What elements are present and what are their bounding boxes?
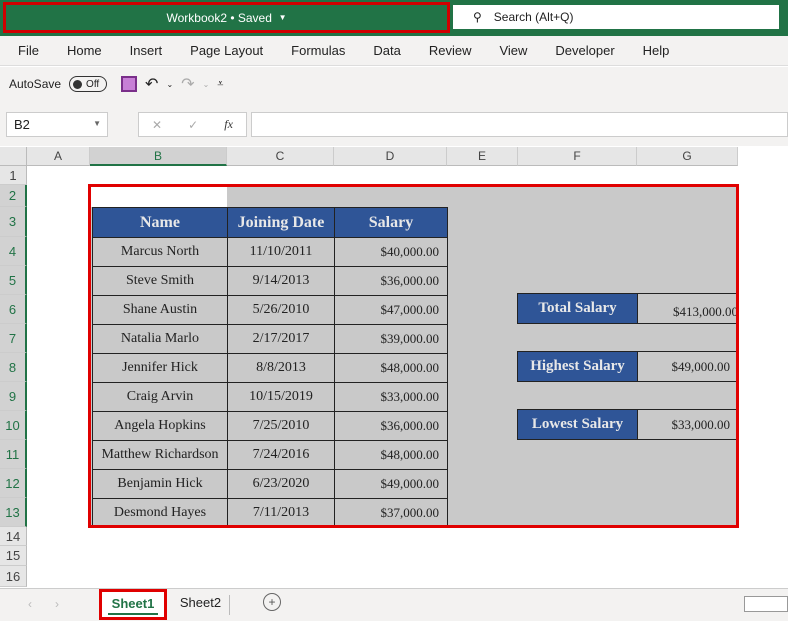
tab-review[interactable]: Review — [411, 43, 482, 58]
toggle-state: Off — [86, 78, 100, 90]
title-text: Workbook2 • Saved — [166, 10, 272, 25]
tab-formulas[interactable]: Formulas — [273, 43, 355, 58]
row-header-5[interactable]: 5 — [0, 266, 27, 295]
add-sheet-icon[interactable]: + — [263, 593, 281, 611]
row-header-3[interactable]: 3 — [0, 207, 27, 237]
undo-icon[interactable]: ↶ — [145, 74, 158, 94]
chevron-down-icon: ▼ — [93, 119, 101, 128]
tab-developer[interactable]: Developer — [537, 43, 624, 58]
autosave-label: AutoSave — [9, 77, 62, 91]
search-placeholder: Search (Alt+Q) — [493, 10, 574, 24]
chevron-down-icon[interactable]: ⌄ — [203, 80, 210, 89]
tab-insert[interactable]: Insert — [112, 43, 173, 58]
tab-file[interactable]: File — [0, 43, 49, 58]
formula-input[interactable] — [251, 112, 788, 137]
autosave-toggle[interactable]: Off — [69, 76, 108, 92]
horizontal-scrollbar[interactable] — [744, 596, 788, 612]
search-input[interactable]: ⚲ Search (Alt+Q) — [453, 5, 779, 29]
row-header-2[interactable]: 2 — [0, 185, 27, 207]
customize-toolbar-icon[interactable]: ⩡ — [217, 78, 223, 91]
row-header-13[interactable]: 13 — [0, 498, 27, 527]
save-icon[interactable] — [121, 76, 138, 92]
row-header-9[interactable]: 9 — [0, 382, 27, 411]
title-bar: Workbook2 • Saved ▼ ⚲ Search (Alt+Q) — [0, 0, 788, 36]
row-header-10[interactable]: 10 — [0, 411, 27, 440]
column-header-C[interactable]: C — [227, 147, 334, 166]
name-box-value: B2 — [14, 117, 30, 132]
row-header-7[interactable]: 7 — [0, 324, 27, 353]
tab-label: Sheet2 — [179, 595, 222, 610]
row-header-15[interactable]: 15 — [0, 546, 27, 566]
name-box[interactable]: B2 ▼ — [6, 112, 108, 137]
tab-sheet2[interactable]: Sheet2 — [172, 595, 230, 615]
select-all-button[interactable] — [0, 147, 27, 166]
chevron-down-icon: ▼ — [278, 13, 287, 22]
tab-help[interactable]: Help — [625, 43, 680, 58]
tab-page-layout[interactable]: Page Layout — [172, 43, 273, 58]
column-header-G[interactable]: G — [637, 147, 738, 166]
scroll-left-icon[interactable]: ‹ — [28, 597, 32, 611]
column-header-B[interactable]: B — [90, 147, 227, 166]
tab-data[interactable]: Data — [355, 43, 410, 58]
row-header-1[interactable]: 1 — [0, 166, 27, 185]
row-header-14[interactable]: 14 — [0, 527, 27, 546]
sheet-tab-bar: ‹ › Sheet1 Sheet2 + — [0, 588, 788, 621]
column-header-E[interactable]: E — [447, 147, 518, 166]
quick-access-toolbar: AutoSave Off ↶ ⌄ ↷ ⌄ ⩡ — [0, 67, 788, 101]
row-header-6[interactable]: 6 — [0, 295, 27, 324]
search-icon: ⚲ — [473, 10, 482, 24]
cancel-icon[interactable]: ✕ — [152, 118, 162, 132]
formula-bar: B2 ▼ ✕ ✓ fx — [0, 101, 788, 146]
ribbon-tabs: File Home Insert Page Layout Formulas Data Rev… — [0, 36, 788, 66]
tab-sheet1[interactable]: Sheet1 — [99, 589, 167, 620]
row-header-11[interactable]: 11 — [0, 440, 27, 469]
column-header-D[interactable]: D — [334, 147, 447, 166]
scroll-right-icon[interactable]: › — [55, 597, 59, 611]
enter-icon[interactable]: ✓ — [188, 118, 198, 132]
tab-home[interactable]: Home — [49, 43, 112, 58]
formula-buttons: ✕ ✓ fx — [138, 112, 247, 137]
insert-function-button[interactable]: fx — [224, 117, 233, 132]
tab-view[interactable]: View — [481, 43, 537, 58]
selection-highlight-box — [88, 184, 739, 528]
row-header-8[interactable]: 8 — [0, 353, 27, 382]
tab-label: Sheet1 — [111, 596, 155, 611]
column-header-F[interactable]: F — [518, 147, 637, 166]
row-header-4[interactable]: 4 — [0, 237, 27, 266]
redo-icon[interactable]: ↷ — [181, 74, 194, 94]
row-header-16[interactable]: 16 — [0, 566, 27, 587]
row-header-12[interactable]: 12 — [0, 469, 27, 498]
column-header-A[interactable]: A — [27, 147, 90, 166]
workbook-title[interactable]: Workbook2 • Saved ▼ — [3, 2, 450, 33]
chevron-down-icon[interactable]: ⌄ — [166, 80, 173, 89]
